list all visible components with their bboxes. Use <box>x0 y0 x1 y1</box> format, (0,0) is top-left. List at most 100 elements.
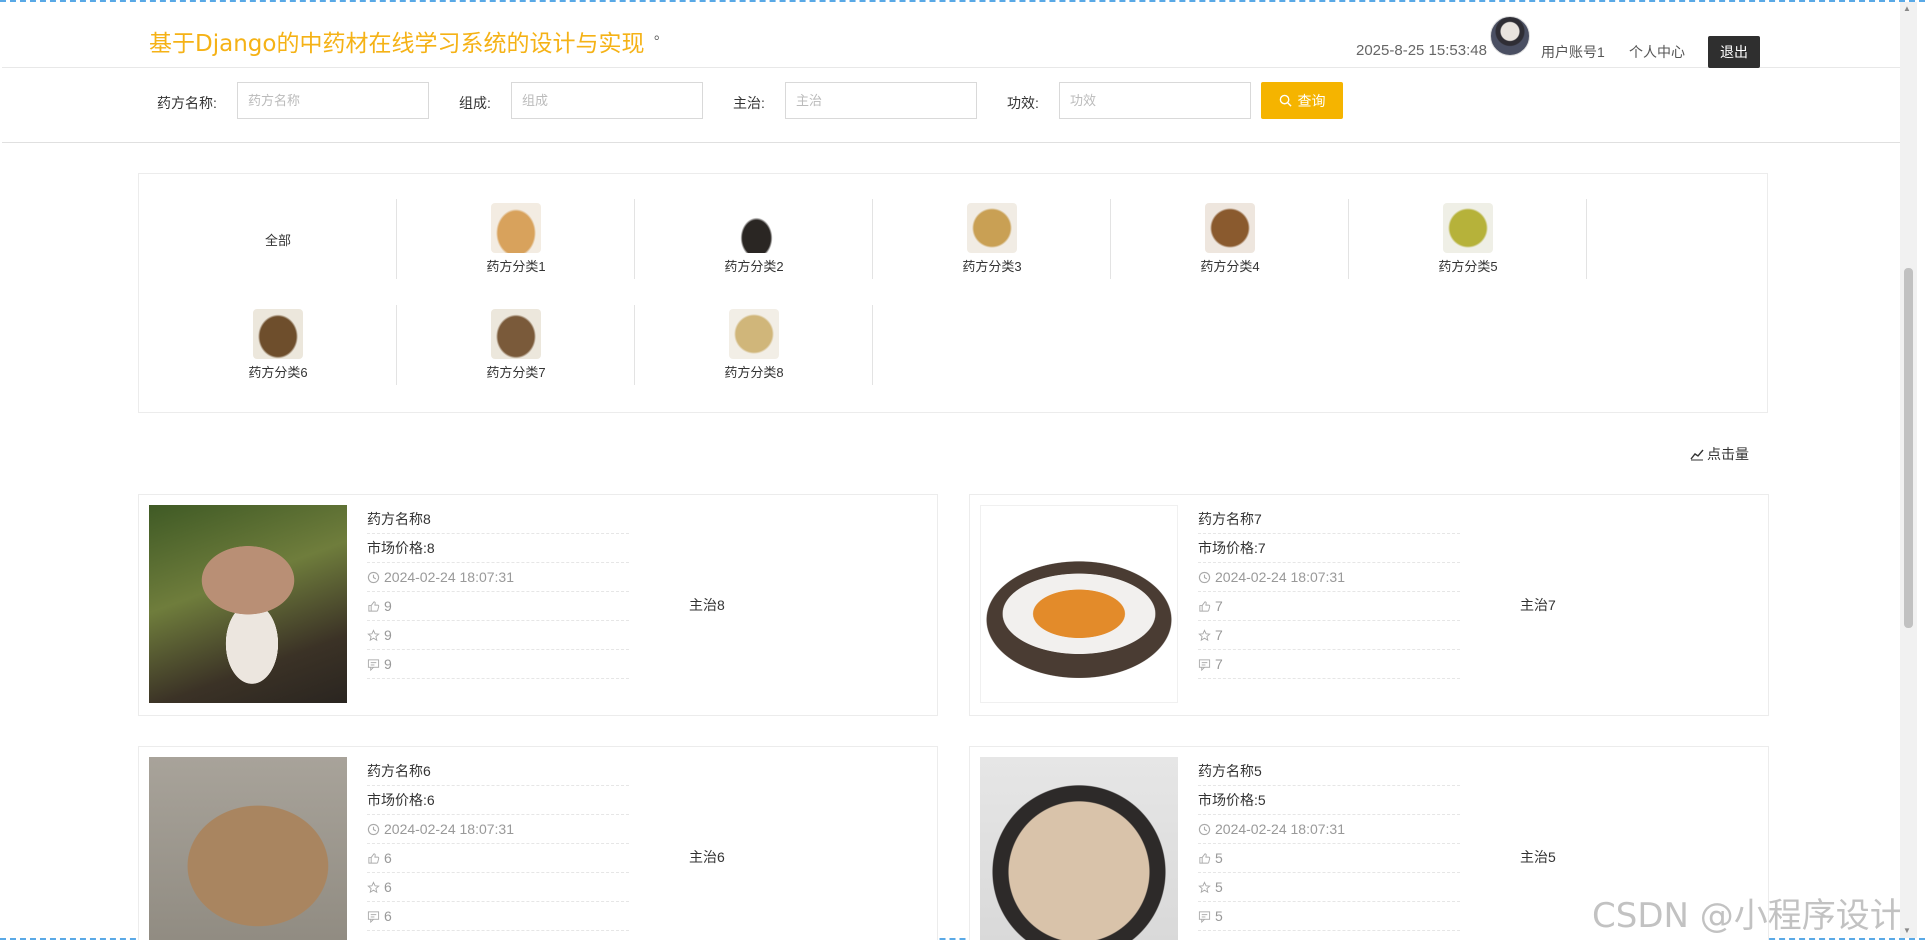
remedy-indication: 主治8 <box>689 597 725 613</box>
category-item[interactable]: 药方分类3 <box>873 199 1111 279</box>
comment-icon[interactable] <box>367 658 380 671</box>
remedy-date-row: 2024-02-24 18:07:31 <box>367 815 629 844</box>
category-item[interactable]: 药方分类1 <box>397 199 635 279</box>
star-icon[interactable] <box>1198 880 1211 894</box>
thumbs-up-icon[interactable] <box>367 852 380 865</box>
category-label: 药方分类6 <box>248 365 308 380</box>
category-item[interactable]: 药方分类2 <box>635 199 873 279</box>
category-item[interactable]: 药方分类7 <box>397 305 635 385</box>
top-header: 基于Django的中药材在线学习系统的设计与实现 。 2025-8-25 15:… <box>2 2 1900 68</box>
comment-icon[interactable] <box>367 910 380 923</box>
category-label: 药方分类5 <box>1438 259 1498 274</box>
favorites-row: 9 <box>367 621 629 650</box>
remedy-date-row: 2024-02-24 18:07:31 <box>367 563 629 592</box>
remedy-info: 药方名称5 市场价格:5 2024-02-24 18:07:31 5 5 5 <box>1198 757 1460 931</box>
scrollbar-thumb[interactable] <box>1904 268 1913 628</box>
category-item[interactable]: 药方分类6 <box>159 305 397 385</box>
clock-icon <box>367 823 380 835</box>
remedy-price: 市场价格:8 <box>367 534 629 563</box>
search-button[interactable]: 查询 <box>1261 82 1343 119</box>
thumbs-up-icon[interactable] <box>1198 600 1211 613</box>
remedy-info: 药方名称6 市场价格:6 2024-02-24 18:07:31 6 6 6 <box>367 757 629 931</box>
search-icon <box>1279 94 1292 107</box>
account-link[interactable]: 用户账号1 <box>1541 42 1605 62</box>
watermark: CSDN @小程序设计 <box>1592 896 1904 936</box>
category-panel: 全部 药方分类1 药方分类2 药方分类3 药方分类4 药方分类5 药方分类6 药… <box>138 173 1768 413</box>
remedy-name[interactable]: 药方名称8 <box>367 505 629 534</box>
star-icon[interactable] <box>367 628 380 642</box>
remedy-name[interactable]: 药方名称7 <box>1198 505 1460 534</box>
composition-input[interactable] <box>511 82 703 119</box>
composition-label: 组成: <box>459 95 491 111</box>
current-datetime: 2025-8-25 15:53:48 <box>1356 42 1487 59</box>
thumbs-up-icon[interactable] <box>1198 852 1211 865</box>
likes-row: 5 <box>1198 844 1460 873</box>
remedy-price: 市场价格:7 <box>1198 534 1460 563</box>
remedy-image[interactable] <box>980 505 1178 703</box>
remedy-card[interactable]: 药方名称8 市场价格:8 2024-02-24 18:07:31 9 9 9 主… <box>138 494 938 716</box>
thumbs-up-icon[interactable] <box>367 600 380 613</box>
search-bar: 药方名称: 组成: 主治: 功效: 查询 <box>2 68 1900 143</box>
remedy-info: 药方名称7 市场价格:7 2024-02-24 18:07:31 7 7 7 <box>1198 505 1460 679</box>
site-title[interactable]: 基于Django的中药材在线学习系统的设计与实现 <box>149 24 644 58</box>
remedy-image[interactable] <box>149 505 347 703</box>
profile-link[interactable]: 个人中心 <box>1629 42 1685 62</box>
favorites-count: 5 <box>1215 879 1223 895</box>
efficacy-input[interactable] <box>1059 82 1251 119</box>
scroll-down-arrow[interactable]: ▼ <box>1903 926 1911 935</box>
category-image <box>729 203 779 253</box>
comments-row: 7 <box>1198 650 1460 679</box>
category-image <box>491 203 541 253</box>
category-image <box>491 309 541 359</box>
category-label: 药方分类3 <box>962 259 1022 274</box>
remedy-date-row: 2024-02-24 18:07:31 <box>1198 815 1460 844</box>
sort-by-clicks[interactable]: 点击量 <box>1690 444 1749 464</box>
remedy-image[interactable] <box>149 757 347 940</box>
category-image <box>729 309 779 359</box>
category-label: 药方分类1 <box>486 259 546 274</box>
remedy-date-row: 2024-02-24 18:07:31 <box>1198 563 1460 592</box>
comment-icon[interactable] <box>1198 910 1211 923</box>
indication-input[interactable] <box>785 82 977 119</box>
category-all[interactable]: 全部 <box>159 199 397 279</box>
name-label: 药方名称: <box>157 95 217 111</box>
remedy-name[interactable]: 药方名称5 <box>1198 757 1460 786</box>
category-image <box>1443 203 1493 253</box>
indication-label: 主治: <box>733 95 765 111</box>
category-image <box>967 203 1017 253</box>
clock-icon <box>1198 823 1211 835</box>
remedy-indication: 主治6 <box>689 849 725 865</box>
category-label: 药方分类7 <box>486 365 546 380</box>
category-item[interactable]: 药方分类4 <box>1111 199 1349 279</box>
comments-count: 7 <box>1215 656 1223 672</box>
likes-count: 6 <box>384 850 392 866</box>
comment-icon[interactable] <box>1198 658 1211 671</box>
remedy-card[interactable]: 药方名称6 市场价格:6 2024-02-24 18:07:31 6 6 6 主… <box>138 746 938 940</box>
favorites-count: 9 <box>384 627 392 643</box>
star-icon[interactable] <box>1198 628 1211 642</box>
name-input[interactable] <box>237 82 429 119</box>
likes-row: 7 <box>1198 592 1460 621</box>
remedy-indication: 主治5 <box>1520 849 1556 865</box>
category-label: 药方分类8 <box>724 365 784 380</box>
likes-count: 5 <box>1215 850 1223 866</box>
star-icon[interactable] <box>367 880 380 894</box>
sort-label: 点击量 <box>1707 446 1749 462</box>
logout-button[interactable]: 退出 <box>1708 36 1760 68</box>
favorites-row: 5 <box>1198 873 1460 902</box>
remedy-image[interactable] <box>980 757 1178 940</box>
category-item[interactable]: 药方分类8 <box>635 305 873 385</box>
remedy-name[interactable]: 药方名称6 <box>367 757 629 786</box>
comments-count: 9 <box>384 656 392 672</box>
remedy-date: 2024-02-24 18:07:31 <box>384 569 514 585</box>
comments-count: 6 <box>384 908 392 924</box>
remedy-price: 市场价格:6 <box>367 786 629 815</box>
remedy-info: 药方名称8 市场价格:8 2024-02-24 18:07:31 9 9 9 <box>367 505 629 679</box>
remedy-card[interactable]: 药方名称7 市场价格:7 2024-02-24 18:07:31 7 7 7 主… <box>969 494 1769 716</box>
avatar[interactable] <box>1490 16 1530 56</box>
scroll-up-arrow[interactable]: ▲ <box>1903 4 1911 13</box>
likes-count: 7 <box>1215 598 1223 614</box>
clock-icon <box>367 571 380 583</box>
category-item[interactable]: 药方分类5 <box>1349 199 1587 279</box>
efficacy-label: 功效: <box>1007 95 1039 111</box>
